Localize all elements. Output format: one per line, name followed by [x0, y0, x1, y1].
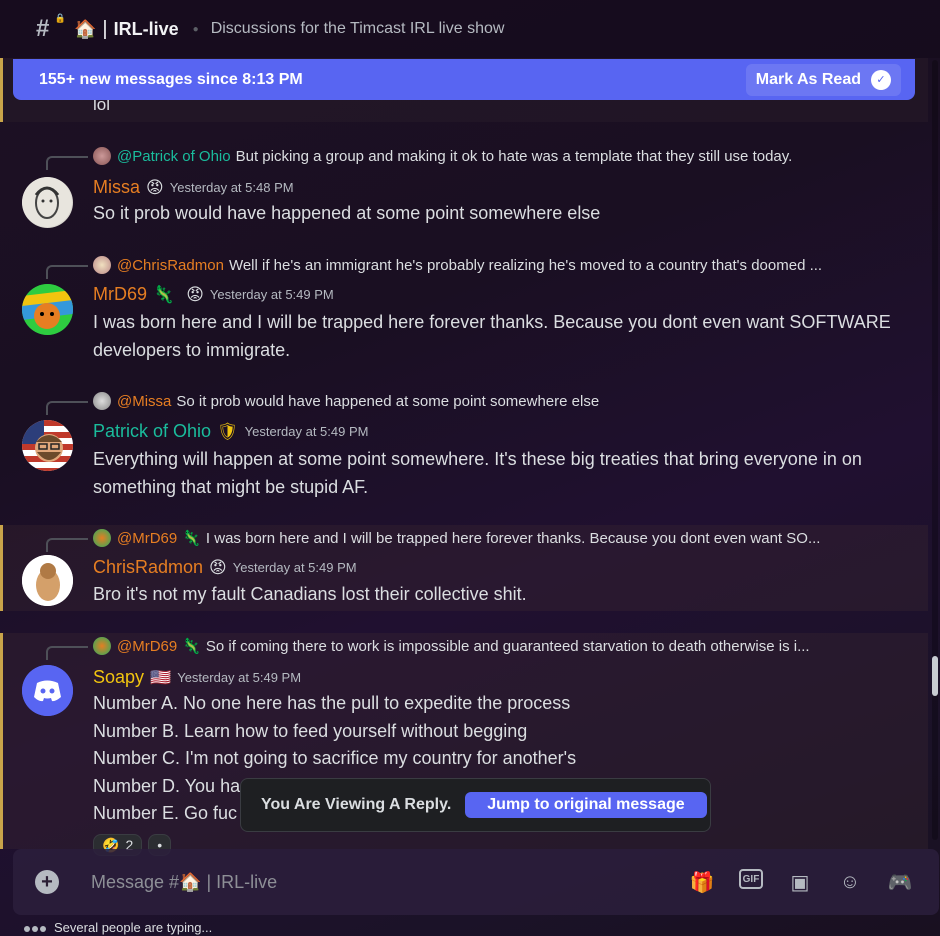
reply-text: So it prob would have happened at some p… [176, 392, 600, 410]
message[interactable]: @MrD69 🦎 I was born here and I will be t… [0, 525, 928, 611]
message-line: Number B. Learn how to feed yourself wit… [93, 720, 528, 741]
reply-spine [46, 265, 88, 279]
channel-header: # 🔒 🏠 | IRL-live ● Discussions for the Ti… [0, 0, 940, 58]
scrollbar-track[interactable] [932, 60, 938, 840]
gift-icon[interactable]: 🎁 [689, 869, 715, 895]
username[interactable]: Soapy [93, 667, 144, 688]
reply-text: But picking a group and making it ok to … [235, 147, 793, 165]
reply-mention[interactable]: @Patrick of Ohio [117, 148, 231, 165]
reply-toast-text: You Are Viewing A Reply. [261, 796, 452, 813]
message-composer: + Message #🏠 | IRL-live 🎁 GIF ▣ ☺ 🎮 [13, 849, 939, 915]
message-body: Everything will happen at some point som… [93, 449, 862, 497]
reply-text: Well if he's an immigrant he's probably … [228, 256, 823, 274]
lizard-badge-icon: 🦎 [182, 530, 201, 547]
avatar[interactable] [22, 177, 73, 228]
topic-divider: ● [192, 23, 199, 35]
message-body: I was born here and I will be trapped he… [93, 312, 891, 360]
reply-mention[interactable]: @ChrisRadmon [117, 257, 224, 274]
gif-icon[interactable]: GIF [739, 869, 763, 889]
message[interactable]: @Patrick of Ohio But picking a group and… [0, 140, 928, 240]
role-badge-icon: 😡 [186, 284, 204, 304]
channel-name: IRL-live [113, 18, 179, 39]
add-attachment-button[interactable]: + [35, 870, 59, 894]
reply-avatar [93, 392, 111, 410]
reply-toast: You Are Viewing A Reply. Jump to origina… [240, 778, 711, 832]
username[interactable]: ChrisRadmon [93, 557, 203, 578]
timestamp[interactable]: Yesterday at 5:49 PM [210, 287, 334, 302]
composer-tools: 🎁 GIF ▣ ☺ 🎮 [689, 869, 913, 895]
message[interactable]: @Missa So it prob would have happened at… [0, 385, 928, 510]
reply-text: So if coming there to work is impossible… [205, 637, 810, 655]
reply-mention[interactable]: @MrD69 [117, 638, 177, 655]
role-badge-icon: 😡 [209, 557, 227, 577]
mark-read-icon: ✓ [871, 69, 891, 90]
reply-preview[interactable]: @Missa So it prob would have happened at… [93, 392, 903, 410]
message-header: Missa 😡 Yesterday at 5:48 PM [93, 177, 294, 198]
channel-separator: | [102, 17, 108, 40]
username[interactable]: Patrick of Ohio [93, 421, 211, 442]
avatar[interactable] [22, 284, 73, 335]
shield-badge-icon: 🛡 [217, 421, 239, 441]
reply-avatar [93, 256, 111, 274]
timestamp[interactable]: Yesterday at 5:48 PM [170, 180, 294, 195]
scrollbar-thumb[interactable] [932, 656, 938, 696]
message-line: Number A. No one here has the pull to ex… [93, 693, 571, 713]
message-header: Patrick of Ohio 🛡 Yesterday at 5:49 PM [93, 421, 368, 442]
mark-as-read-label: Mark As Read [755, 70, 861, 88]
reply-spine [46, 156, 88, 170]
reply-spine [46, 646, 88, 660]
message-header: Soapy 🇺🇸 Yesterday at 5:49 PM [93, 667, 301, 688]
timestamp[interactable]: Yesterday at 5:49 PM [245, 424, 369, 439]
message-body: Bro it's not my fault Canadians lost the… [93, 584, 527, 604]
message-body: So it prob would have happened at some p… [93, 203, 601, 223]
reply-preview[interactable]: @Patrick of Ohio But picking a group and… [93, 147, 903, 165]
message[interactable]: @ChrisRadmon Well if he's an immigrant h… [0, 249, 928, 374]
typing-text: Several people are typing... [54, 920, 213, 935]
us-flag-icon: 🇺🇸 [150, 667, 172, 687]
new-messages-bar[interactable]: 155+ new messages since 8:13 PM Mark As … [13, 59, 915, 100]
jump-to-original-button[interactable]: Jump to original message [465, 792, 707, 818]
text-channel-icon: # 🔒 [36, 13, 66, 42]
lizard-badge-icon: 🦎 [153, 284, 175, 304]
reply-text: I was born here and I will be trapped he… [205, 529, 821, 547]
reply-mention[interactable]: @MrD69 [117, 530, 177, 547]
message-line: Number C. I'm not going to sacrifice my … [93, 748, 577, 768]
message-input[interactable]: Message #🏠 | IRL-live [91, 872, 689, 893]
reply-preview[interactable]: @ChrisRadmon Well if he's an immigrant h… [93, 256, 903, 274]
channel-topic[interactable]: Discussions for the Timcast IRL live sho… [211, 20, 505, 38]
mark-as-read-button[interactable]: Mark As Read ✓ [745, 63, 901, 96]
reply-spine [46, 538, 88, 552]
reply-spine [46, 401, 88, 415]
timestamp[interactable]: Yesterday at 5:49 PM [177, 670, 301, 685]
reply-mention[interactable]: @Missa [117, 393, 171, 410]
typing-dots-icon [24, 920, 48, 935]
channel-emoji: 🏠 [74, 18, 97, 39]
reply-avatar [93, 529, 111, 547]
lizard-badge-icon: 🦎 [182, 638, 201, 655]
reply-preview[interactable]: @MrD69 🦎 I was born here and I will be t… [93, 529, 903, 547]
discord-avatar[interactable] [22, 665, 73, 716]
sticker-icon[interactable]: ▣ [787, 869, 813, 895]
role-badge-icon: 😡 [146, 177, 164, 197]
message-header: MrD69 🦎 😡 Yesterday at 5:49 PM [93, 284, 334, 305]
reply-avatar [93, 637, 111, 655]
username[interactable]: MrD69 [93, 284, 147, 305]
username[interactable]: Missa [93, 177, 140, 198]
reply-avatar [93, 147, 111, 165]
typing-indicator: Several people are typing... [24, 920, 212, 935]
new-messages-text[interactable]: 155+ new messages since 8:13 PM [39, 71, 303, 89]
gamepad-icon[interactable]: 🎮 [887, 869, 913, 895]
timestamp[interactable]: Yesterday at 5:49 PM [233, 560, 357, 575]
message-header: ChrisRadmon 😡 Yesterday at 5:49 PM [93, 557, 357, 578]
avatar[interactable] [22, 420, 73, 471]
emoji-icon[interactable]: ☺ [837, 869, 863, 895]
avatar[interactable] [22, 555, 73, 606]
reply-preview[interactable]: @MrD69 🦎 So if coming there to work is i… [93, 637, 903, 655]
